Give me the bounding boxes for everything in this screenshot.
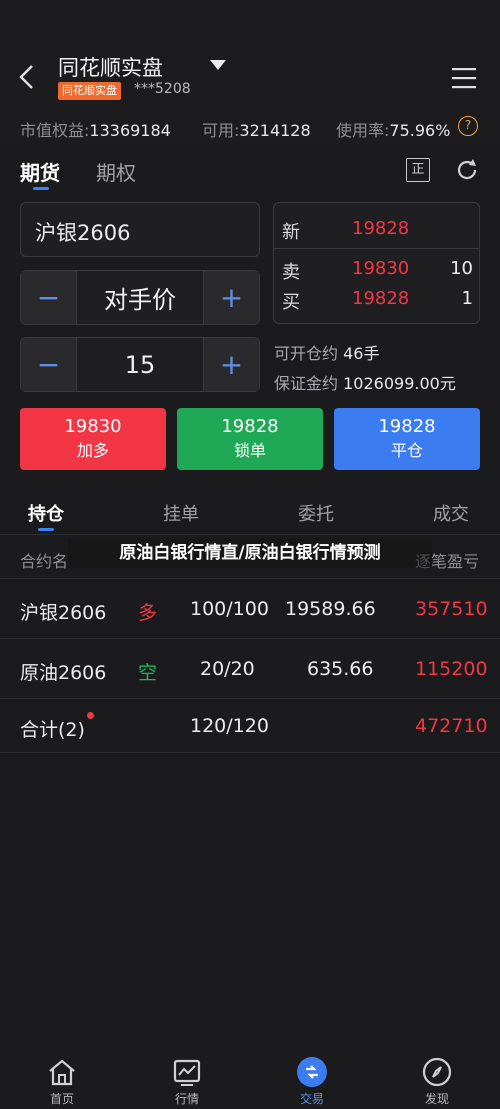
total-divider [0,752,500,753]
nav-market-label: 行情 [174,1092,199,1106]
row-divider [0,698,500,699]
nav-home-label: 首页 [49,1092,74,1106]
available-summary: 可用:3214128 [202,117,311,141]
position-contract[interactable]: 沪银2606 [20,598,106,625]
refresh-icon[interactable] [454,157,480,183]
usage-value: 75.96% [389,121,451,140]
position-lots: 20/20 [200,658,255,680]
add-long-label: 加多 [76,441,109,460]
home-icon [49,1059,75,1086]
position-avg-price: 635.66 [307,658,374,680]
position-lots: 100/100 [190,598,269,620]
margin-value: 1026099.00元 [343,374,456,393]
quantity-plus-button[interactable]: + [204,338,259,391]
openable-info: 可开仓约 46手 [274,340,379,364]
quote-panel: 新 19828 卖 19830 10 买 19828 1 [273,202,480,324]
margin-label: 保证金约 [274,374,339,393]
position-pnl: 357510 [415,598,488,620]
ask-label: 卖 [282,262,300,283]
last-label: 新 [282,222,300,243]
total-label: 合计(2) [20,719,85,741]
openable-label: 可开仓约 [274,344,339,363]
overlay-banner: 原油白银行情直/原油白银行情预测 [68,538,432,568]
quantity-minus-button[interactable]: − [21,338,76,391]
nav-trade[interactable]: 交易 [272,1048,352,1107]
margin-info: 保证金约 1026099.00元 [274,370,456,394]
close-position-button[interactable]: 19828 平仓 [334,408,480,470]
zheng-icon[interactable]: 正 [406,158,430,182]
price-type-stepper: − 对手价 + [20,270,260,325]
account-number: ***5208 [134,81,191,97]
nav-trade-label: 交易 [299,1092,324,1106]
position-avg-price: 19589.66 [285,598,376,620]
tab-positions[interactable]: 持仓 [28,500,64,526]
lock-button[interactable]: 19828 锁单 [177,408,323,470]
equity-summary: 市值权益:13369184 [20,117,171,141]
last-price: 19828 [352,218,410,239]
account-name[interactable]: 同花顺实盘 [58,52,163,82]
header-divider [0,578,500,579]
price-minus-button[interactable]: − [21,271,76,324]
column-contract: 合约名 [20,552,69,571]
close-price: 19828 [378,416,436,437]
position-pnl: 115200 [415,658,488,680]
price-type-value[interactable]: 对手价 [76,271,204,324]
position-tab-indicator [38,528,54,531]
compass-icon [422,1057,452,1087]
tab-fills[interactable]: 成交 [433,500,469,526]
chart-icon [173,1059,201,1086]
openable-value: 46手 [343,344,380,363]
nav-market[interactable]: 行情 [147,1048,227,1107]
quantity-value[interactable]: 15 [76,338,204,391]
position-direction: 空 [138,662,158,684]
lock-label: 锁单 [233,441,266,460]
ask-price: 19830 [352,258,410,279]
add-long-button[interactable]: 19830 加多 [20,408,166,470]
total-lots: 120/120 [190,715,269,737]
price-plus-button[interactable]: + [204,271,259,324]
position-direction: 多 [138,602,158,624]
ask-volume: 10 [450,258,473,279]
usage-summary: 使用率:75.96% [336,117,450,141]
nav-home[interactable]: 首页 [22,1048,102,1107]
quote-divider [274,248,479,249]
available-value: 3214128 [239,121,311,140]
tab-pending[interactable]: 挂单 [163,500,199,526]
nav-discover-label: 发现 [424,1092,449,1106]
tab-futures[interactable]: 期货 [20,157,60,186]
help-icon[interactable]: ? [458,116,478,136]
contract-input[interactable]: 沪银2606 [20,202,260,257]
trade-icon [297,1057,327,1087]
position-contract[interactable]: 原油2606 [20,658,106,685]
equity-value: 13369184 [89,121,171,140]
quantity-stepper: − 15 + [20,337,260,392]
account-badge: 同花顺实盘 [58,82,121,100]
tab-indicator [33,187,49,190]
bid-label: 买 [282,292,300,313]
bottom-nav: 首页 行情 交易 发现 [0,1048,500,1109]
tabs-divider [0,534,500,535]
lock-price: 19828 [221,416,279,437]
back-icon[interactable] [14,62,40,92]
bid-volume: 1 [461,288,473,309]
close-label: 平仓 [390,441,423,460]
equity-label: 市值权益: [20,121,90,140]
notification-dot [87,712,94,719]
total-pnl: 472710 [415,715,488,737]
available-label: 可用: [202,121,240,140]
menu-icon[interactable] [451,66,477,90]
row-divider [0,638,500,639]
usage-label: 使用率: [336,121,390,140]
add-long-price: 19830 [64,416,122,437]
tab-options[interactable]: 期权 [96,157,136,186]
bid-price: 19828 [352,288,410,309]
tab-orders[interactable]: 委托 [298,500,334,526]
caret-down-icon[interactable] [208,58,228,72]
nav-discover[interactable]: 发现 [397,1048,477,1107]
